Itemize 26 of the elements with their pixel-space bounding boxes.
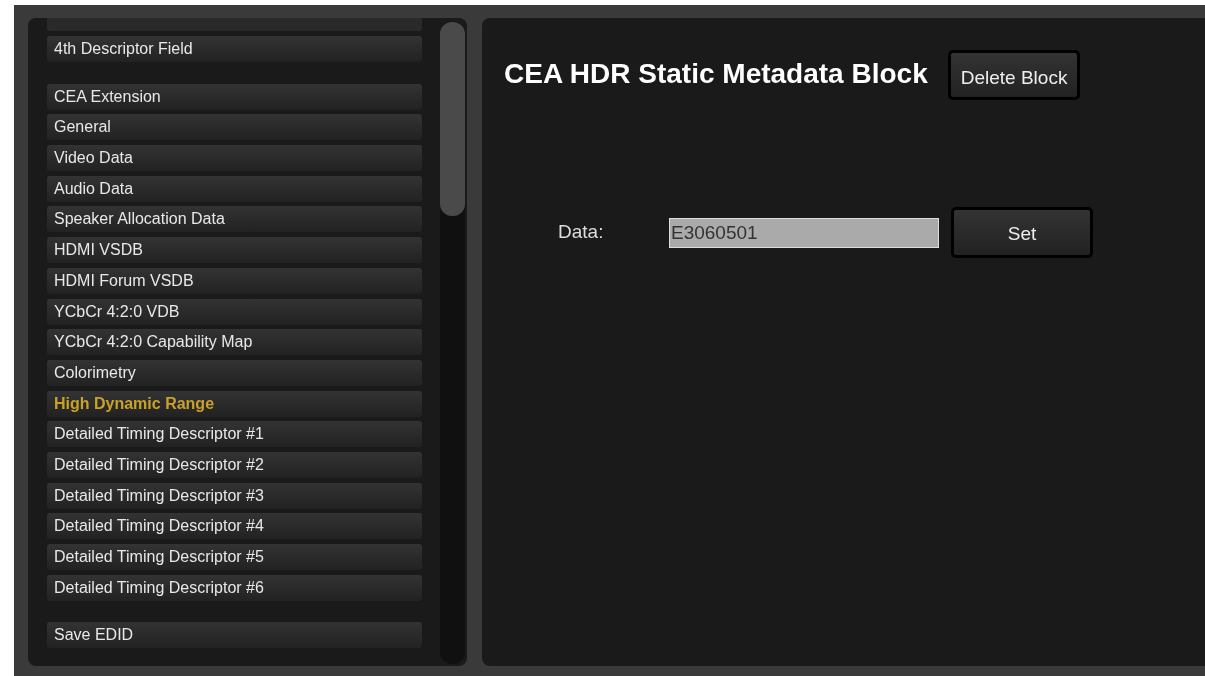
data-field[interactable]: E3060501 (669, 217, 939, 248)
set-button[interactable]: Set (951, 207, 1093, 258)
block-title: CEA HDR Static Metadata Block (504, 57, 928, 91)
delete-block-button[interactable]: Delete Block (947, 50, 1081, 100)
sidebar-item[interactable]: Save EDID (47, 622, 422, 649)
sidebar-item[interactable]: Detailed Timing Descriptor #4 (47, 513, 422, 540)
sidebar-item[interactable]: Detailed Timing Descriptor #1 (47, 421, 422, 448)
sidebar-item[interactable]: HDMI Forum VSDB (47, 267, 422, 294)
sidebar-item[interactable]: 4th Descriptor Field (47, 36, 422, 62)
sidebar-item[interactable]: Colorimetry (47, 359, 422, 386)
sidebar-item[interactable]: YCbCr 4:2:0 Capability Map (47, 329, 422, 356)
sidebar-item[interactable]: Detailed Timing Descriptor #5 (47, 544, 422, 570)
scrollbar-track[interactable] (440, 22, 465, 664)
sidebar-item[interactable]: Speaker Allocation Data (47, 206, 422, 233)
sidebar-item[interactable]: CEA Extension (47, 83, 422, 110)
sidebar-item[interactable]: Detailed Timing Descriptor #6 (47, 574, 422, 601)
sidebar-item[interactable]: Detailed Timing Descriptor #3 (47, 482, 422, 509)
sidebar-item[interactable]: Audio Data (47, 175, 422, 202)
sidebar-item[interactable]: YCbCr 4:2:0 VDB (47, 298, 422, 325)
sidebar-item[interactable]: Video Data (47, 145, 422, 172)
field-label: Data: (558, 220, 605, 245)
scrollbar-thumb[interactable] (440, 22, 465, 216)
sidebar-item[interactable]: Detailed Timing Descriptor #2 (47, 451, 422, 478)
sidebar-item[interactable]: HDMI VSDB (47, 237, 422, 264)
sidebar-item[interactable]: High Dynamic Range (47, 390, 422, 417)
sidebar-item[interactable]: General (47, 114, 422, 141)
